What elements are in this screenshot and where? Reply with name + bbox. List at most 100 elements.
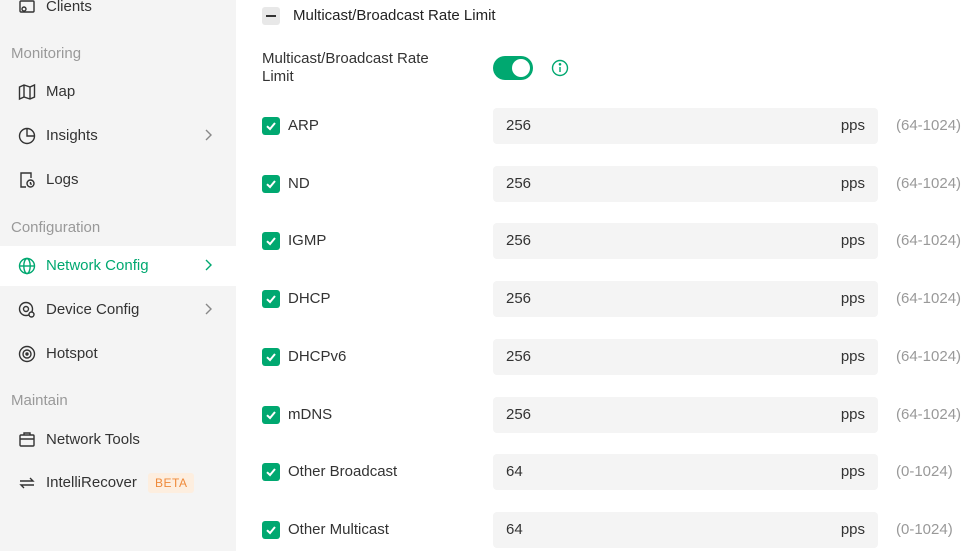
device-settings-icon (18, 301, 35, 318)
rate-unit: pps (840, 521, 865, 538)
row-checkbox[interactable] (262, 348, 280, 366)
rate-unit: pps (840, 348, 865, 365)
rate-value: 64 (506, 463, 523, 480)
rate-input[interactable]: 256 pps (493, 281, 878, 317)
info-icon[interactable] (551, 59, 569, 77)
row-label: Other Broadcast (288, 463, 398, 480)
section-heading: Multicast/Broadcast Rate Limit (293, 7, 496, 24)
rate-row: ARP 256 pps (64-1024) (236, 108, 967, 144)
pie-chart-icon (18, 127, 36, 145)
rate-unit: pps (840, 232, 865, 249)
section-title-configuration: Configuration (11, 219, 101, 236)
rate-unit: pps (840, 117, 865, 134)
rate-unit: pps (840, 290, 865, 307)
row-checkbox[interactable] (262, 175, 280, 193)
rate-unit: pps (840, 463, 865, 480)
rate-unit: pps (840, 175, 865, 192)
sidebar-item-label: Map (46, 83, 76, 100)
rate-input[interactable]: 256 pps (493, 108, 878, 144)
rate-input[interactable]: 256 pps (493, 166, 878, 202)
row-label: ND (288, 175, 310, 192)
rate-range: (64-1024) (896, 117, 962, 134)
row-label: ARP (288, 117, 319, 134)
rate-row: mDNS 256 pps (64-1024) (236, 397, 967, 433)
sidebar-item-clients[interactable]: Clients (0, 0, 236, 27)
chevron-right-icon (205, 259, 212, 271)
rate-value: 256 (506, 232, 532, 249)
sidebar-item-network-config[interactable]: Network Config (0, 246, 236, 286)
sidebar-item-hotspot[interactable]: Hotspot (0, 334, 236, 374)
rate-row: DHCPv6 256 pps (64-1024) (236, 339, 967, 375)
row-checkbox[interactable] (262, 463, 280, 481)
sidebar-item-label: Clients (46, 0, 92, 15)
toolbox-icon (19, 432, 35, 447)
sidebar-item-intellirecover[interactable]: IntelliRecover BETA (0, 463, 236, 503)
rate-range: (0-1024) (896, 463, 953, 480)
sidebar-item-label: Device Config (46, 301, 140, 318)
rate-input[interactable]: 64 pps (493, 454, 878, 490)
rate-range: (64-1024) (896, 175, 962, 192)
row-checkbox[interactable] (262, 406, 280, 424)
row-label: mDNS (288, 406, 333, 423)
row-label: IGMP (288, 232, 327, 249)
row-label: Other Multicast (288, 521, 389, 538)
rate-range: (64-1024) (896, 348, 962, 365)
sidebar-item-label: Network Tools (46, 431, 140, 448)
checkmark-icon (266, 353, 276, 362)
logs-icon (20, 172, 35, 188)
rate-row: Other Broadcast 64 pps (0-1024) (236, 454, 967, 490)
rate-row: ND 256 pps (64-1024) (236, 166, 967, 202)
checkmark-icon (266, 526, 276, 535)
globe-icon (18, 257, 36, 275)
row-checkbox[interactable] (262, 232, 280, 250)
sidebar-item-label: Insights (46, 127, 98, 144)
sidebar-item-label: IntelliRecover (46, 474, 137, 491)
map-icon (18, 83, 36, 101)
rate-input[interactable]: 256 pps (493, 339, 878, 375)
rate-range: (64-1024) (896, 406, 962, 423)
sidebar: Clients Monitoring Map Insights Logs Con… (0, 0, 236, 551)
rate-value: 256 (506, 175, 532, 192)
rate-value: 256 (506, 290, 532, 307)
checkmark-icon (266, 237, 276, 246)
row-label: DHCP (288, 290, 331, 307)
rate-row: Other Multicast 64 pps (0-1024) (236, 512, 967, 548)
sidebar-item-map[interactable]: Map (0, 72, 236, 112)
rate-range: (0-1024) (896, 521, 953, 538)
checkmark-icon (266, 295, 276, 304)
sidebar-item-insights[interactable]: Insights (0, 116, 236, 156)
chevron-right-icon (205, 303, 212, 315)
sidebar-item-logs[interactable]: Logs (0, 160, 236, 200)
row-checkbox[interactable] (262, 521, 280, 539)
collapse-section-button[interactable] (262, 7, 280, 25)
rate-input[interactable]: 256 pps (493, 397, 878, 433)
checkmark-icon (266, 468, 276, 477)
sidebar-item-device-config[interactable]: Device Config (0, 290, 236, 330)
rate-limit-toggle[interactable] (493, 56, 533, 80)
rate-range: (64-1024) (896, 232, 962, 249)
checkmark-icon (266, 122, 276, 131)
rate-unit: pps (840, 406, 865, 423)
sidebar-item-label: Network Config (46, 257, 149, 274)
rate-value: 256 (506, 406, 532, 423)
hotspot-icon (18, 345, 36, 363)
clients-icon (19, 0, 35, 13)
row-checkbox[interactable] (262, 117, 280, 135)
toggle-knob (512, 59, 530, 77)
checkmark-icon (266, 180, 276, 189)
section-title-monitoring: Monitoring (11, 45, 82, 62)
rate-input[interactable]: 256 pps (493, 223, 878, 259)
rate-input[interactable]: 64 pps (493, 512, 878, 548)
row-label: DHCPv6 (288, 348, 347, 365)
swap-arrows-icon (19, 477, 35, 489)
sidebar-item-network-tools[interactable]: Network Tools (0, 420, 236, 460)
rate-row: DHCP 256 pps (64-1024) (236, 281, 967, 317)
rate-range: (64-1024) (896, 290, 962, 307)
chevron-right-icon (205, 129, 212, 141)
main-content: Multicast/Broadcast Rate Limit Multicast… (236, 0, 967, 551)
rate-value: 256 (506, 348, 532, 365)
rate-value: 64 (506, 521, 523, 538)
row-checkbox[interactable] (262, 290, 280, 308)
checkmark-icon (266, 411, 276, 420)
rate-row: IGMP 256 pps (64-1024) (236, 223, 967, 259)
